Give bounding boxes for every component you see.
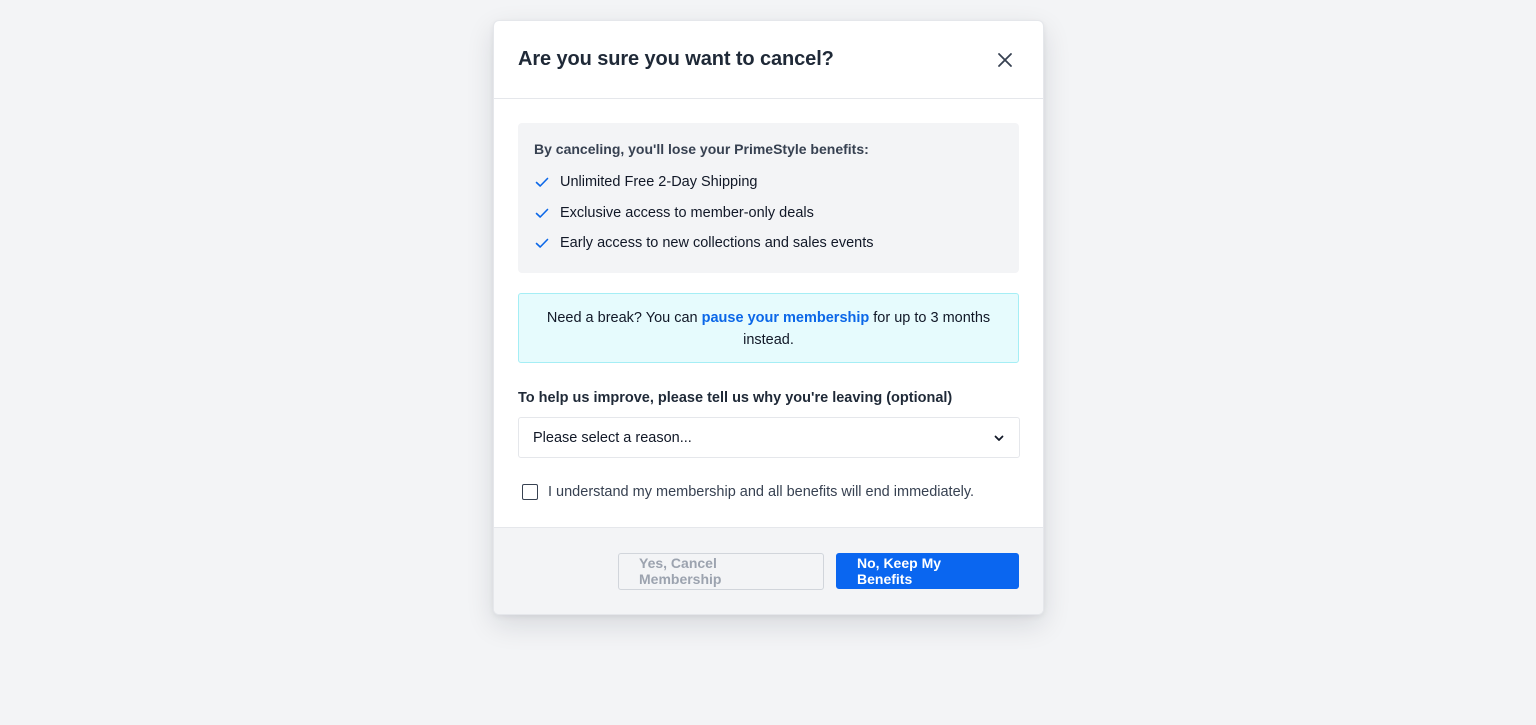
modal-title: Are you sure you want to cancel? (518, 48, 834, 70)
modal-footer: Yes, Cancel Membership No, Keep My Benef… (494, 527, 1043, 614)
reason-selected-value: Please select a reason... (533, 429, 692, 446)
reason-label: To help us improve, please tell us why y… (518, 390, 953, 406)
modal-body: By canceling, you'll lose your PrimeStyl… (494, 99, 1043, 529)
chevron-down-icon (994, 435, 1004, 441)
cancel-membership-button[interactable]: Yes, Cancel Membership (618, 552, 824, 590)
pause-prefix: Need a break? You can (546, 310, 702, 326)
check-icon (535, 238, 549, 249)
pause-membership-link[interactable]: pause your membership (702, 310, 870, 326)
benefit-label: Exclusive access to member-only deals (560, 204, 814, 221)
check-icon (535, 177, 549, 188)
benefit-item: Exclusive access to member-only deals (534, 198, 1003, 229)
benefit-item: Unlimited Free 2-Day Shipping (534, 167, 1003, 198)
keep-benefits-button[interactable]: No, Keep My Benefits (836, 553, 1019, 589)
benefits-box: By canceling, you'll lose your PrimeStyl… (518, 123, 1019, 273)
benefit-label: Early access to new collections and sale… (560, 235, 874, 252)
modal-header: Are you sure you want to cancel? (494, 21, 1043, 99)
benefit-label: Unlimited Free 2-Day Shipping (560, 174, 758, 191)
confirm-label: I understand my membership and all benef… (548, 484, 975, 500)
reason-select[interactable]: Please select a reason... (518, 417, 1020, 458)
benefits-heading: By canceling, you'll lose your PrimeStyl… (534, 141, 869, 157)
check-icon (535, 208, 549, 218)
close-icon (998, 52, 1012, 67)
confirm-row: I understand my membership and all benef… (518, 484, 1019, 500)
close-button[interactable] (993, 48, 1017, 72)
confirm-checkbox[interactable] (522, 484, 538, 500)
benefit-item: Early access to new collections and sale… (534, 228, 1003, 259)
pause-suggestion: Need a break? You can pause your members… (518, 293, 1019, 363)
cancel-membership-modal: Are you sure you want to cancel? By canc… (493, 20, 1044, 615)
benefit-list: Unlimited Free 2-Day Shipping Exclusive … (534, 167, 1003, 259)
